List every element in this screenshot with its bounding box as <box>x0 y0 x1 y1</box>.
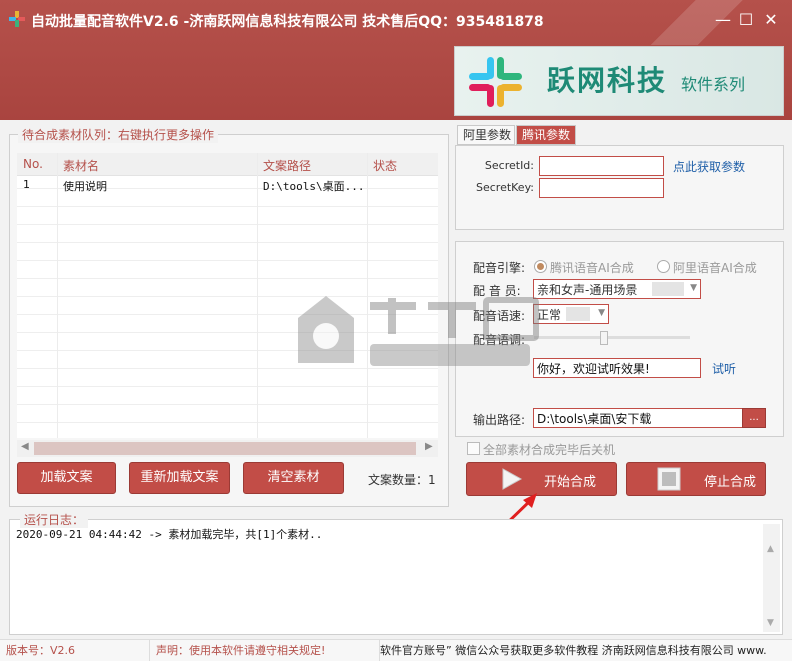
voice-settings-panel: 配音引擎: 腾讯语音AI合成 阿里语音AI合成 配 音 员: 亲和女声-通用场景… <box>455 241 784 437</box>
row-name: 使用说明 <box>63 180 107 193</box>
title-bar: 自动批量配音软件V2.6 -济南跃网信息科技有限公司 技术售后QQ：935481… <box>0 0 792 120</box>
engine-tencent-label[interactable]: 腾讯语音AI合成 <box>550 259 634 276</box>
notice-label: 声明：使用本软件请遵守相关规定! <box>150 640 380 661</box>
brand-logo-icon <box>469 57 522 107</box>
secret-id-input[interactable] <box>539 156 664 176</box>
speed-select[interactable]: 正常 ▼ <box>533 304 609 324</box>
brand-subtitle: 软件系列 <box>681 75 746 94</box>
marquee-text: 软件官方账号” 微信公众号获取更多软件教程 济南跃网信息科技有限公司 www. <box>380 644 767 657</box>
log-scrollbar[interactable]: ▲ ▼ <box>763 524 780 632</box>
log-line: 2020-09-21 04:44:42 -> 素材加载完毕，共[1]个素材.. <box>16 528 323 541</box>
voice-select-value: 亲和女声-通用场景 <box>537 283 638 297</box>
pitch-label: 配音语调: <box>473 333 526 347</box>
close-icon[interactable]: ✕ <box>760 9 782 31</box>
brand-banner: 跃网科技 软件系列 <box>454 46 784 116</box>
clear-materials-button[interactable]: 清空素材 <box>243 462 344 494</box>
scroll-left-icon[interactable]: ◀ <box>21 441 29 452</box>
get-params-link[interactable]: 点此获取参数 <box>673 158 745 175</box>
voice-label: 配 音 员: <box>473 284 521 298</box>
output-path-input[interactable]: D:\tools\桌面\安下载 <box>533 408 743 428</box>
engine-label: 配音引擎: <box>473 261 526 275</box>
column-divider <box>57 153 58 438</box>
engine-tencent-radio[interactable] <box>534 260 547 273</box>
material-table[interactable]: No. 素材名 文案路径 状态 1 使用说明 D:\tools\桌面... <box>17 153 438 438</box>
speed-select-value: 正常 <box>537 308 562 322</box>
stop-button-label: 停止合成 <box>704 475 757 490</box>
pitch-slider-thumb[interactable] <box>600 331 609 345</box>
tab-tencent[interactable]: 腾讯参数 <box>516 125 576 145</box>
script-count: 文案数量：1 <box>368 473 436 487</box>
engine-aliyun-label[interactable]: 阿里语音AI合成 <box>673 259 757 276</box>
table-row[interactable]: 1 使用说明 D:\tools\桌面... <box>17 177 438 194</box>
load-script-button[interactable]: 加载文案 <box>17 462 116 494</box>
shutdown-checkbox[interactable] <box>467 442 480 455</box>
row-no: 1 <box>23 178 30 191</box>
speed-label: 配音语速: <box>473 309 526 323</box>
scroll-right-icon[interactable]: ▶ <box>425 441 433 452</box>
output-path-label: 输出路径: <box>473 413 526 427</box>
table-header: No. 素材名 文案路径 状态 <box>17 153 438 176</box>
voice-select[interactable]: 亲和女声-通用场景 ▼ <box>533 279 701 299</box>
status-bar: 版本号：V2.6 声明：使用本软件请遵守相关规定! 软件官方账号” 微信公众号获… <box>0 639 792 661</box>
reload-script-button[interactable]: 重新加载文案 <box>129 462 230 494</box>
window-title: 自动批量配音软件V2.6 -济南跃网信息科技有限公司 技术售后QQ：935481… <box>31 14 544 30</box>
tab-aliyun[interactable]: 阿里参数 <box>457 125 515 145</box>
secret-key-input[interactable] <box>539 178 664 198</box>
shutdown-label[interactable]: 全部素材合成完毕后关机 <box>483 441 615 458</box>
scroll-up-icon[interactable]: ▲ <box>767 544 774 554</box>
secret-key-label: SecretKey: <box>475 181 534 194</box>
credentials-panel: SecretId: 点此获取参数 SecretKey: <box>455 145 784 230</box>
column-header-status[interactable]: 状态 <box>373 157 397 174</box>
scrollbar-thumb[interactable] <box>34 442 416 455</box>
stop-icon <box>657 467 681 491</box>
select-fill <box>566 307 590 321</box>
secret-id-label: SecretId: <box>484 159 534 172</box>
start-synthesis-button[interactable]: 开始合成 <box>466 462 617 496</box>
maximize-icon[interactable]: ☐ <box>735 9 757 31</box>
brand-name: 跃网科技 <box>547 64 668 97</box>
app-logo-icon <box>9 11 25 27</box>
chevron-down-icon: ▼ <box>598 308 605 318</box>
start-button-label: 开始合成 <box>544 475 597 490</box>
column-header-name[interactable]: 素材名 <box>63 157 99 174</box>
engine-aliyun-radio[interactable] <box>657 260 670 273</box>
column-header-path[interactable]: 文案路径 <box>263 157 311 174</box>
column-divider <box>257 153 258 438</box>
row-path: D:\tools\桌面... <box>263 180 365 193</box>
pitch-slider[interactable] <box>534 336 690 339</box>
preview-link[interactable]: 试听 <box>712 360 736 377</box>
minimize-icon[interactable]: — <box>712 9 734 31</box>
select-fill <box>652 282 684 296</box>
horizontal-scrollbar[interactable]: ◀ ▶ <box>17 440 438 457</box>
column-divider <box>367 153 368 438</box>
column-header-no[interactable]: No. <box>23 157 43 171</box>
browse-button[interactable]: ... <box>742 408 766 428</box>
stop-synthesis-button[interactable]: 停止合成 <box>626 462 766 496</box>
version-label: 版本号：V2.6 <box>0 640 150 661</box>
scroll-down-icon[interactable]: ▼ <box>767 618 774 628</box>
chevron-down-icon: ▼ <box>690 283 697 293</box>
preview-text-input[interactable]: 你好，欢迎试听效果! <box>533 358 701 378</box>
queue-title: 待合成素材队列：右键执行更多操作 <box>18 126 219 143</box>
